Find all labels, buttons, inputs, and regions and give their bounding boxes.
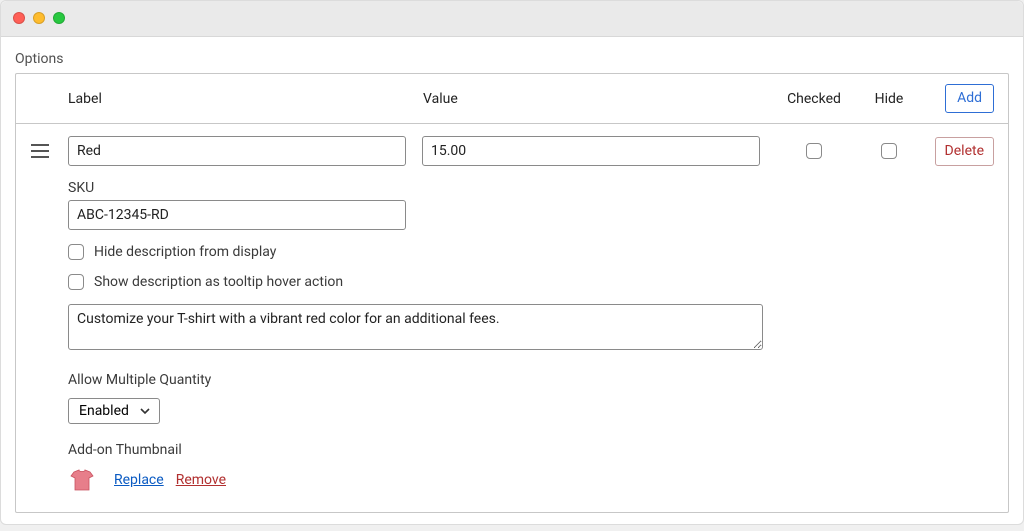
- tooltip-description-checkbox[interactable]: [68, 274, 84, 290]
- allow-multiple-select[interactable]: Enabled: [68, 398, 160, 424]
- section-title: Options: [15, 51, 1009, 67]
- thumbnail-label: Add-on Thumbnail: [68, 442, 994, 458]
- tshirt-icon: [68, 466, 96, 494]
- value-input[interactable]: [422, 136, 760, 166]
- header-hide: Hide: [854, 91, 924, 107]
- replace-link[interactable]: Replace: [114, 472, 164, 488]
- header-value: Value: [423, 91, 774, 107]
- traffic-lights: [13, 12, 65, 24]
- allow-multiple-selected: Enabled: [79, 403, 129, 419]
- options-panel: Label Value Checked Hide Add: [15, 73, 1009, 513]
- content: Options Label Value Checked Hide Add: [1, 37, 1023, 531]
- zoom-icon[interactable]: [53, 12, 65, 24]
- checked-checkbox[interactable]: [806, 143, 822, 159]
- option-row: Delete: [30, 136, 994, 166]
- close-icon[interactable]: [13, 12, 25, 24]
- hide-checkbox[interactable]: [881, 143, 897, 159]
- header-label: Label: [68, 91, 423, 107]
- remove-link[interactable]: Remove: [176, 472, 226, 488]
- tooltip-description-label: Show description as tooltip hover action: [94, 274, 343, 290]
- thumbnail-image: [68, 466, 96, 494]
- allow-multiple-label: Allow Multiple Quantity: [68, 372, 994, 388]
- header-checked: Checked: [774, 91, 854, 107]
- sku-input[interactable]: [68, 200, 406, 230]
- drag-handle[interactable]: [30, 143, 68, 159]
- titlebar: [1, 1, 1023, 37]
- hide-description-checkbox[interactable]: [68, 244, 84, 260]
- sku-label: SKU: [68, 180, 994, 196]
- drag-icon: [30, 143, 50, 159]
- window: Options Label Value Checked Hide Add: [0, 0, 1024, 525]
- options-header: Label Value Checked Hide Add: [16, 74, 1008, 124]
- hide-description-label: Hide description from display: [94, 244, 276, 260]
- minimize-icon[interactable]: [33, 12, 45, 24]
- label-input[interactable]: [68, 136, 406, 166]
- option-item: Delete SKU Hide description from display…: [16, 124, 1008, 512]
- header-action: Add: [924, 84, 994, 113]
- chevron-down-icon: [139, 405, 151, 417]
- delete-button[interactable]: Delete: [935, 137, 994, 166]
- option-details: SKU Hide description from display Show d…: [68, 180, 994, 494]
- description-textarea[interactable]: Customize your T-shirt with a vibrant re…: [68, 304, 763, 350]
- add-button[interactable]: Add: [945, 84, 994, 113]
